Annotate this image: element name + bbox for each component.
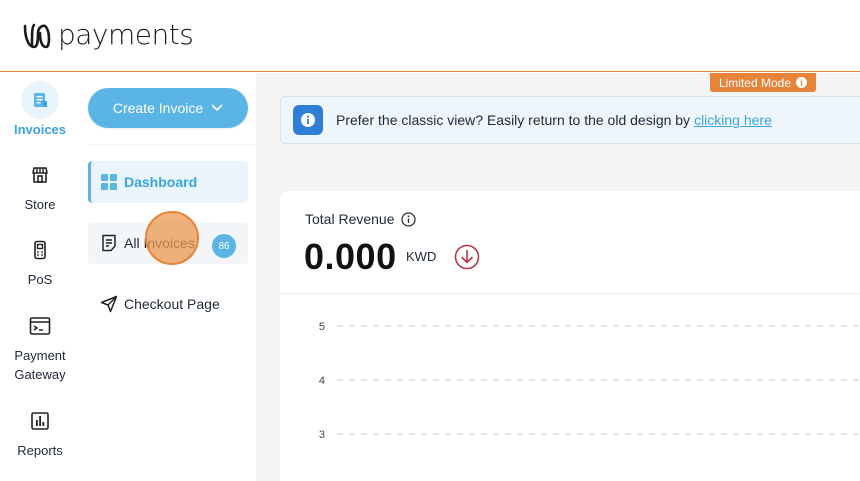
classic-view-link[interactable]: clicking here <box>694 112 772 128</box>
nav-item-checkout-page[interactable]: Checkout Page <box>88 283 248 325</box>
limited-mode-badge[interactable]: Limited Mode i <box>710 73 816 92</box>
secondary-sidebar: Create Invoice Dashboard All Invoices 86… <box>80 73 256 481</box>
app-logo[interactable]: payments <box>22 18 194 52</box>
rail-label-payment-gateway: Payment Gateway <box>14 348 66 382</box>
dashboard-grid-icon <box>100 173 118 191</box>
classic-view-banner: Prefer the classic view? Easily return t… <box>280 96 860 144</box>
rail-item-payment-gateway[interactable]: Payment Gateway <box>0 316 80 384</box>
rail-label-store: Store <box>24 197 56 212</box>
rail-item-store[interactable]: Store <box>0 165 80 214</box>
info-circle-icon[interactable] <box>400 211 416 227</box>
total-revenue-label: Total Revenue <box>305 211 395 227</box>
rail-item-pos[interactable]: PoS <box>0 240 80 289</box>
y-tick-label: 5 <box>319 321 325 333</box>
rail-item-reports[interactable]: Reports <box>0 411 80 460</box>
revenue-card: Total Revenue 0.000 KWD 5 4 3 <box>280 191 860 481</box>
banner-text: Prefer the classic view? Easily return t… <box>336 112 691 128</box>
top-header: payments <box>0 0 860 72</box>
invoice-count-badge: 86 <box>212 234 236 258</box>
total-revenue-value: 0.000 <box>304 236 397 277</box>
logo-text: payments <box>58 18 194 51</box>
document-lines-icon <box>100 234 118 252</box>
chevron-down-icon <box>211 104 223 112</box>
terminal-window-icon <box>29 317 51 335</box>
y-tick-label: 3 <box>319 429 325 441</box>
revenue-chart: 5 4 3 <box>319 321 860 441</box>
trend-down-icon <box>454 244 480 270</box>
create-invoice-button[interactable]: Create Invoice <box>88 88 248 128</box>
divider <box>88 144 256 145</box>
create-invoice-label: Create Invoice <box>112 100 204 116</box>
rail-label-reports: Reports <box>17 443 63 458</box>
info-icon <box>293 105 323 135</box>
total-revenue-heading: Total Revenue <box>305 211 416 227</box>
nav-item-all-invoices[interactable]: All Invoices 86 <box>88 222 248 264</box>
nav-item-dashboard[interactable]: Dashboard <box>88 161 248 203</box>
nav-label-dashboard: Dashboard <box>124 174 198 190</box>
store-icon <box>32 167 48 183</box>
limited-mode-label: Limited Mode <box>718 75 792 90</box>
main-content: Limited Mode i Prefer the classic view? … <box>256 73 860 481</box>
bar-chart-icon <box>31 412 49 430</box>
y-tick-label: 4 <box>319 375 325 387</box>
currency-unit: KWD <box>406 249 437 264</box>
logo-mark-icon <box>23 23 51 49</box>
invoice-icon <box>21 81 59 119</box>
rail-label-pos: PoS <box>27 272 53 287</box>
send-plane-icon <box>100 295 118 313</box>
pos-terminal-icon <box>34 240 46 260</box>
nav-label-checkout-page: Checkout Page <box>124 296 220 312</box>
rail-item-invoices[interactable]: Invoices <box>0 81 80 139</box>
rail-label-invoices: Invoices <box>13 122 67 137</box>
primary-sidebar: Invoices Store PoS Payment Gateway Repor… <box>0 73 80 481</box>
nav-label-all-invoices: All Invoices <box>124 235 195 251</box>
info-icon: i <box>796 77 808 88</box>
